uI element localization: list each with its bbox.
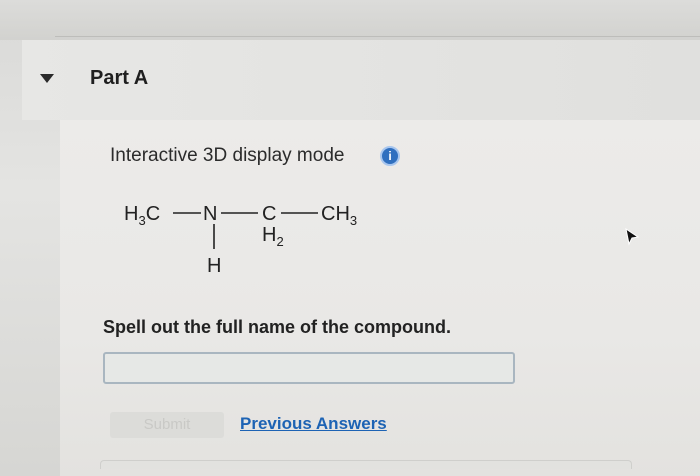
- divider: [55, 36, 700, 37]
- submit-button[interactable]: Submit: [110, 412, 224, 438]
- atom-ch3: CH3: [321, 203, 357, 228]
- atom-c: C: [262, 203, 276, 225]
- atom-n-h: H: [207, 255, 221, 277]
- atom-c-h2: H2: [262, 224, 284, 249]
- info-icon[interactable]: i: [380, 146, 400, 166]
- answer-input[interactable]: [103, 352, 515, 384]
- atom-n: N: [203, 203, 217, 225]
- part-title: Part A: [90, 67, 149, 89]
- mouse-pointer-icon: [625, 228, 640, 246]
- question-text: Spell out the full name of the compound.: [103, 317, 451, 337]
- previous-answers-link[interactable]: Previous Answers: [240, 414, 387, 434]
- next-panel-edge: [100, 460, 632, 469]
- top-band: [0, 0, 700, 40]
- display-mode-label: Interactive 3D display mode: [110, 145, 345, 166]
- collapse-caret-icon[interactable]: [40, 74, 54, 83]
- structural-formula: H3C N C H2 CH3 H: [124, 203, 357, 277]
- atom-h3c: H3C: [124, 203, 160, 228]
